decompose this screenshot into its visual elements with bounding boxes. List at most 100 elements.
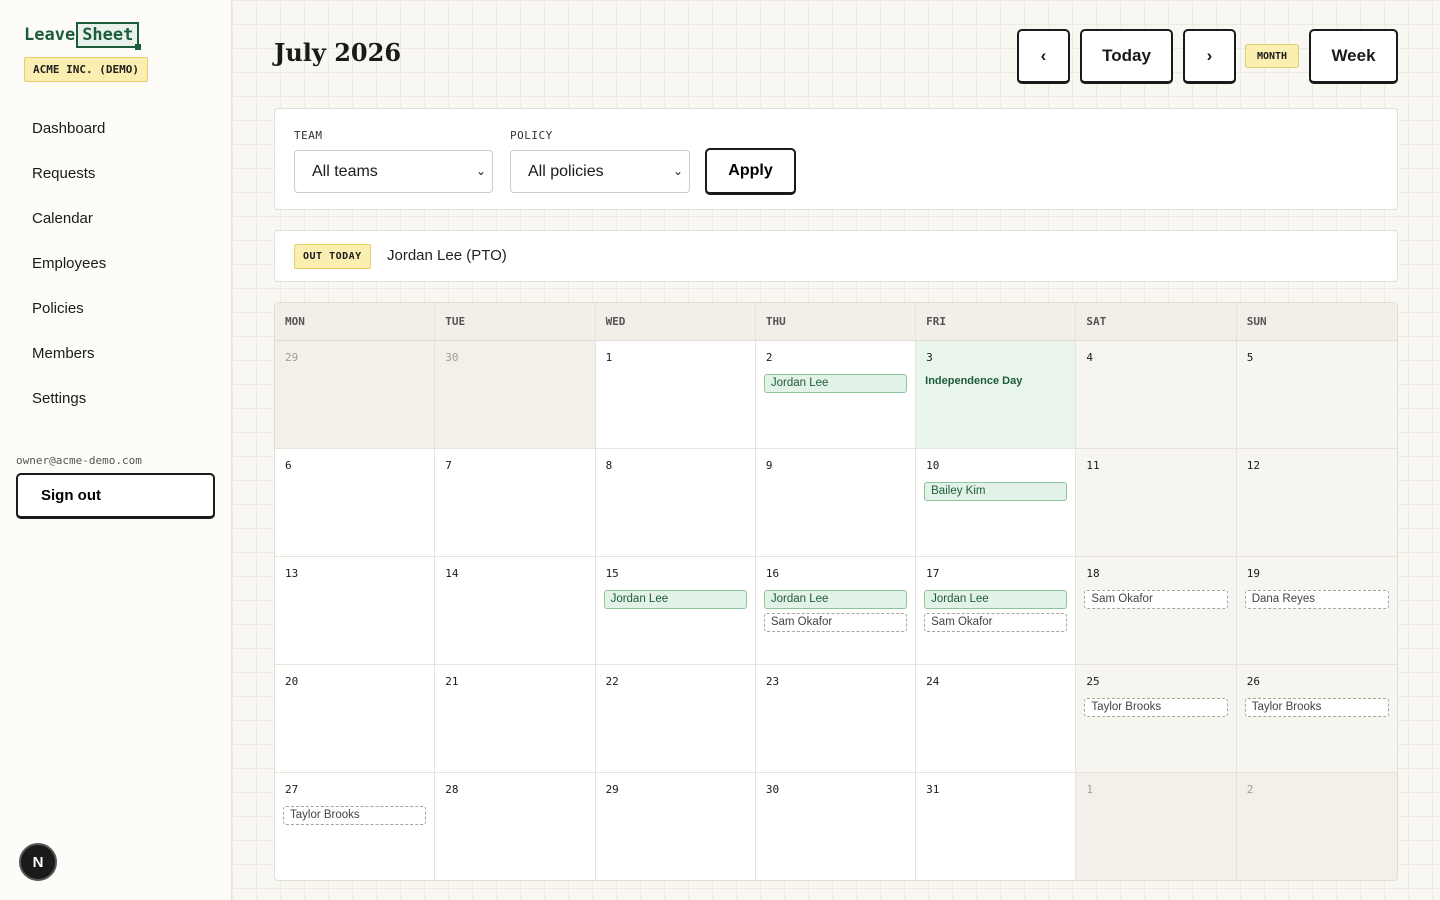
calendar-day-cell[interactable]: 13: [275, 557, 436, 665]
calendar-day-cell[interactable]: 15 Jordan Lee: [595, 557, 756, 665]
calendar-day-cell[interactable]: 8: [595, 449, 756, 557]
approved-leave-chip[interactable]: Jordan Lee: [763, 590, 908, 609]
pending-leave-chip[interactable]: Sam Okafor: [924, 613, 1068, 632]
day-number: 16: [765, 567, 780, 580]
policy-select[interactable]: All policies ⌄: [510, 150, 690, 193]
team-select[interactable]: All teams ⌄: [294, 150, 493, 193]
weekday-header: MON TUE WED THU FRI SAT SUN: [275, 303, 1397, 341]
sidebar-item-requests[interactable]: Requests: [16, 151, 216, 196]
day-number: 28: [445, 783, 459, 796]
calendar-day-cell[interactable]: 16 Jordan Lee Sam Okafor: [755, 557, 917, 665]
calendar-day-cell[interactable]: 30: [435, 341, 596, 449]
prev-month-button[interactable]: ‹: [1017, 29, 1070, 84]
pending-leave-chip[interactable]: Taylor Brooks: [1244, 698, 1389, 717]
sidebar-item-settings[interactable]: Settings: [16, 376, 216, 421]
day-number: 11: [1086, 459, 1100, 472]
weekday-label: FRI: [916, 303, 1077, 340]
calendar-day-cell[interactable]: 17 Jordan Lee Sam Okafor: [916, 557, 1077, 665]
sidebar: Leave Sheet ACME INC. (DEMO) Dashboard R…: [0, 0, 232, 900]
approved-leave-chip[interactable]: Jordan Lee: [763, 374, 908, 393]
team-select-value: All teams: [312, 162, 378, 180]
calendar-day-cell[interactable]: 12: [1236, 449, 1397, 557]
approved-leave-chip[interactable]: Bailey Kim: [924, 482, 1068, 501]
calendar-day-cell[interactable]: 5: [1236, 341, 1397, 449]
day-number: 10: [926, 459, 940, 472]
calendar-day-cell[interactable]: 3 Independence Day: [916, 341, 1077, 449]
calendar-day-cell[interactable]: 27 Taylor Brooks: [275, 773, 436, 880]
pending-leave-chip[interactable]: Taylor Brooks: [1084, 698, 1228, 717]
calendar-day-cell[interactable]: 26 Taylor Brooks: [1236, 665, 1397, 773]
calendar-day-cell[interactable]: 4: [1076, 341, 1237, 449]
calendar-day-cell[interactable]: 19 Dana Reyes: [1236, 557, 1397, 665]
calendar-day-cell[interactable]: 31: [916, 773, 1077, 880]
calendar-day-cell[interactable]: 21: [435, 665, 596, 773]
weekday-label: WED: [596, 303, 756, 340]
day-number: 23: [765, 675, 780, 688]
pending-leave-chip[interactable]: Dana Reyes: [1244, 590, 1389, 609]
pending-leave-chip[interactable]: Taylor Brooks: [283, 806, 427, 825]
next-month-button[interactable]: ›: [1183, 29, 1236, 84]
sidebar-item-dashboard[interactable]: Dashboard: [16, 106, 216, 151]
calendar-day-cell[interactable]: 29: [596, 773, 756, 880]
calendar-day-cell[interactable]: 18 Sam Okafor: [1076, 557, 1237, 665]
calendar-day-cell[interactable]: 23: [755, 665, 917, 773]
chevron-right-icon: ›: [1206, 46, 1213, 65]
calendar-day-cell[interactable]: 2 Jordan Lee: [755, 341, 917, 449]
sidebar-item-employees[interactable]: Employees: [16, 241, 216, 286]
day-number: 26: [1246, 675, 1260, 688]
day-number: 14: [445, 567, 459, 580]
calendar-day-cell[interactable]: 1: [595, 341, 756, 449]
sidebar-item-policies[interactable]: Policies: [16, 286, 216, 331]
calendar-day-cell[interactable]: 30: [756, 773, 917, 880]
day-number: 22: [605, 675, 619, 688]
calendar-day-cell[interactable]: 2: [1236, 773, 1397, 880]
day-number: 17: [926, 567, 940, 580]
calendar-day-cell[interactable]: 24: [916, 665, 1077, 773]
calendar-day-cell[interactable]: 28: [435, 773, 596, 880]
logo-text-leave: Leave: [24, 25, 76, 45]
team-filter-label: TEAM: [294, 129, 323, 142]
user-email: owner@acme-demo.com: [16, 454, 142, 467]
calendar-day-cell[interactable]: 6: [275, 449, 436, 557]
day-number: 18: [1086, 567, 1100, 580]
approved-leave-chip[interactable]: Jordan Lee: [603, 590, 747, 609]
sidebar-item-calendar[interactable]: Calendar: [16, 196, 216, 241]
calendar-day-cell[interactable]: 20: [275, 665, 436, 773]
weekday-label: TUE: [435, 303, 596, 340]
policy-select-value: All policies: [528, 162, 604, 180]
calendar-day-cell[interactable]: 10 Bailey Kim: [916, 449, 1077, 557]
out-today-badge: OUT TODAY: [294, 244, 371, 269]
day-number: 1: [1086, 783, 1094, 796]
dev-tools-badge[interactable]: N: [19, 843, 57, 881]
calendar-day-cell[interactable]: 14: [435, 557, 596, 665]
calendar-day-cell[interactable]: 11: [1076, 449, 1237, 557]
calendar-day-cell[interactable]: 9: [755, 449, 917, 557]
weekday-label: THU: [756, 303, 917, 340]
calendar-day-cell[interactable]: 29: [275, 341, 436, 449]
apply-filters-button[interactable]: Apply: [705, 148, 796, 195]
calendar-day-cell[interactable]: 7: [435, 449, 596, 557]
calendar-day-cell[interactable]: 1: [1076, 773, 1237, 880]
policy-filter-label: POLICY: [510, 129, 553, 142]
day-number: 15: [605, 567, 619, 580]
sidebar-item-members[interactable]: Members: [16, 331, 216, 376]
today-button[interactable]: Today: [1080, 29, 1173, 84]
pending-leave-chip[interactable]: Sam Okafor: [763, 613, 908, 632]
app-logo[interactable]: Leave Sheet: [24, 22, 142, 50]
day-number: 3: [926, 351, 933, 364]
view-month-toggle[interactable]: MONTH: [1245, 44, 1299, 68]
day-number: 8: [605, 459, 613, 472]
day-number: 5: [1246, 351, 1254, 364]
out-today-banner: OUT TODAY Jordan Lee (PTO): [274, 230, 1398, 282]
calendar-day-cell[interactable]: 22: [595, 665, 756, 773]
day-number: 2: [1246, 783, 1254, 796]
sign-out-button[interactable]: Sign out: [16, 473, 215, 519]
pending-leave-chip[interactable]: Sam Okafor: [1084, 590, 1228, 609]
day-number: 6: [285, 459, 292, 472]
approved-leave-chip[interactable]: Jordan Lee: [924, 590, 1068, 609]
view-week-button[interactable]: Week: [1309, 29, 1398, 84]
day-number: 13: [285, 567, 299, 580]
day-number: 29: [285, 351, 299, 364]
calendar-day-cell[interactable]: 25 Taylor Brooks: [1076, 665, 1237, 773]
day-number: 30: [445, 351, 459, 364]
